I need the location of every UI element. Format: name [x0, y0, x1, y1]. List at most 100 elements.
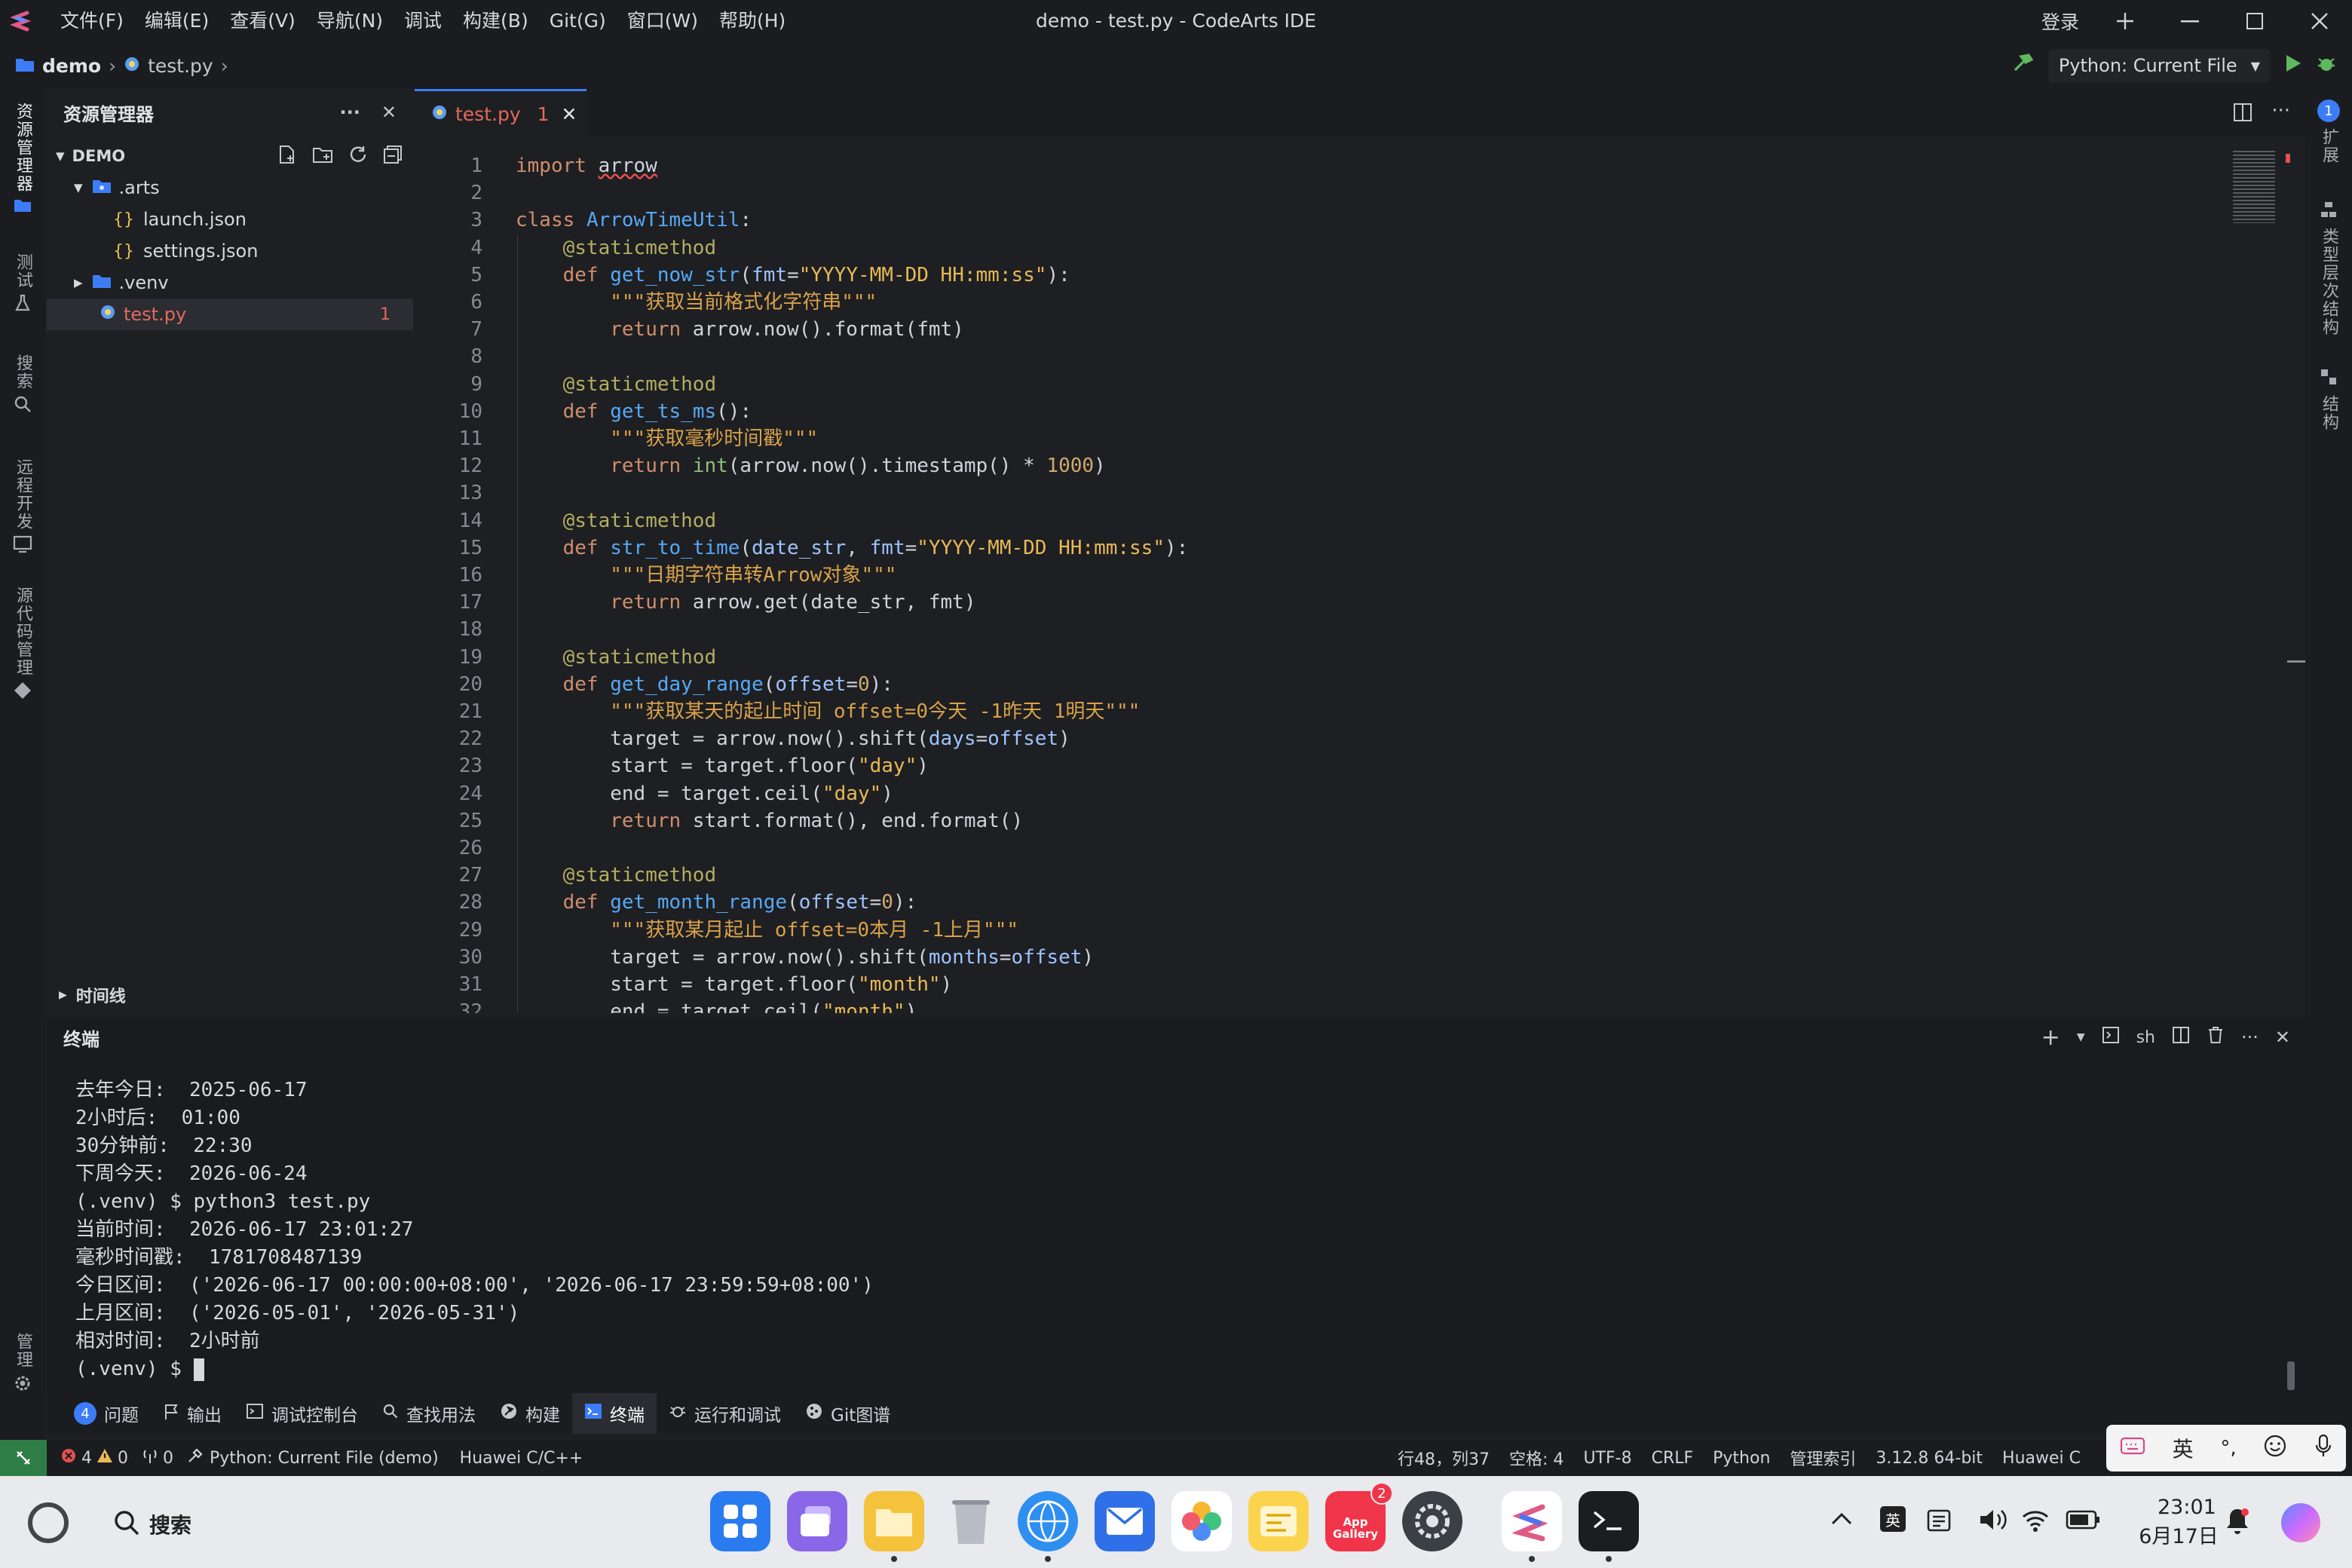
volume-icon[interactable]	[1978, 1506, 2007, 1536]
more-icon[interactable]: ···	[2271, 100, 2290, 122]
build-hammer-icon[interactable]	[2012, 52, 2035, 79]
scrollbar-thumb[interactable]	[2287, 660, 2305, 663]
recycle-bin-icon[interactable]	[941, 1491, 1001, 1551]
assistant-icon[interactable]	[2278, 1500, 2323, 1548]
python-version[interactable]: 3.12.8 64-bit	[1876, 1449, 1983, 1468]
maximize-button[interactable]	[2222, 0, 2287, 42]
activity-structure[interactable]: 结构	[2314, 368, 2343, 431]
appgallery-icon[interactable]: App Gallery 2	[1325, 1482, 1393, 1551]
interpreter-status[interactable]: Python: Current File (demo)	[187, 1447, 439, 1468]
ports-status[interactable]: 0	[142, 1447, 173, 1468]
minimap[interactable]	[2233, 151, 2275, 223]
tab-output[interactable]: 输出	[151, 1393, 234, 1434]
tab-git-graph[interactable]: Git图谱	[793, 1393, 902, 1434]
remote-indicator-icon[interactable]	[0, 1440, 47, 1476]
close-button[interactable]	[2287, 0, 2352, 42]
files-icon[interactable]	[864, 1491, 924, 1562]
tree-item-venv[interactable]: ▶ .venv	[47, 267, 413, 299]
settings-icon[interactable]	[1402, 1491, 1462, 1551]
split-terminal-icon[interactable]	[2172, 1026, 2190, 1049]
huawei-status[interactable]: Huawei C	[2002, 1449, 2081, 1468]
taskbar-search-label[interactable]: 搜索	[149, 1509, 191, 1539]
browser-icon[interactable]	[1018, 1491, 1078, 1562]
mail-icon[interactable]	[1095, 1491, 1155, 1551]
menu-debug[interactable]: 调试	[394, 0, 452, 42]
split-editor-icon[interactable]	[2233, 103, 2252, 125]
close-icon[interactable]: ✕	[562, 103, 577, 125]
gallery-icon[interactable]	[1171, 1491, 1232, 1551]
tab-terminal[interactable]: 终端	[572, 1393, 657, 1434]
language-mode[interactable]: Python	[1713, 1449, 1770, 1468]
tree-item-testpy[interactable]: test.py 1	[47, 299, 413, 330]
run-config-select[interactable]: Python: Current File ▼	[2047, 49, 2271, 82]
tab-run-debug[interactable]: 运行和调试	[657, 1393, 793, 1434]
minimize-button[interactable]	[2158, 0, 2222, 42]
search-icon[interactable]	[113, 1509, 140, 1539]
chevron-down-icon[interactable]: ▼	[2077, 1031, 2085, 1043]
activity-remote[interactable]: 远程开发	[0, 458, 45, 556]
code-editor[interactable]: 1 import arrow 2 3 class ArrowTimeUtil: 4 @st…	[415, 140, 2305, 1013]
close-icon[interactable]: ✕	[381, 102, 397, 123]
activity-search[interactable]: 搜索	[0, 354, 45, 416]
menu-view[interactable]: 查看(V)	[219, 0, 306, 42]
activity-scm[interactable]: 源代码管理	[0, 586, 45, 703]
codearts-icon[interactable]	[1502, 1491, 1562, 1562]
menu-window[interactable]: 窗口(W)	[617, 0, 709, 42]
start-button[interactable]	[26, 1500, 71, 1548]
add-terminal-icon[interactable]: +	[2041, 1024, 2060, 1051]
login-button[interactable]: 登录	[2028, 0, 2093, 42]
wifi-icon[interactable]	[2020, 1506, 2050, 1536]
cursor-position[interactable]: 行48，列37	[1398, 1446, 1490, 1470]
activity-extensions[interactable]: 1 扩展	[2314, 100, 2343, 164]
clock-time[interactable]: 23:01	[2158, 1496, 2216, 1519]
app-grid-icon[interactable]	[710, 1491, 770, 1551]
clock-date[interactable]: 6月17日	[2133, 1520, 2224, 1549]
punctuation-icon[interactable]: °,	[2220, 1437, 2236, 1459]
battery-icon[interactable]	[2066, 1509, 2100, 1533]
clipboard-icon[interactable]	[1925, 1506, 1952, 1536]
activity-type-hierarchy[interactable]: 类型层次结构	[2314, 201, 2343, 336]
activity-test[interactable]: 测试	[0, 253, 45, 315]
activity-explorer[interactable]: 资源管理器	[0, 103, 45, 216]
breadcrumb-project[interactable]: demo	[42, 55, 101, 77]
explorer-root[interactable]: ▼ DEMO	[47, 140, 413, 172]
trash-icon[interactable]	[2207, 1026, 2225, 1049]
encoding[interactable]: UTF-8	[1583, 1449, 1631, 1468]
ime-indicator[interactable]: 英	[1880, 1506, 1906, 1532]
collapse-all-icon[interactable]	[383, 145, 403, 168]
tab-build[interactable]: 构建	[488, 1393, 572, 1434]
new-file-icon[interactable]	[277, 145, 297, 168]
chevron-up-icon[interactable]	[1830, 1511, 1853, 1529]
layout-icon[interactable]	[2093, 0, 2158, 42]
menu-build[interactable]: 构建(B)	[452, 0, 539, 42]
run-icon[interactable]	[2284, 54, 2302, 78]
notification-bell-icon[interactable]	[2224, 1506, 2251, 1538]
index-manage[interactable]: 管理索引	[1790, 1446, 1856, 1470]
menu-navigate[interactable]: 导航(N)	[306, 0, 394, 42]
tab-debug-console[interactable]: 调试控制台	[234, 1393, 370, 1434]
timeline-header[interactable]: ▶ 时间线	[47, 977, 413, 1013]
terminal-app-icon[interactable]	[1579, 1491, 1639, 1562]
tab-problems[interactable]: 4 问题	[62, 1393, 151, 1434]
ime-lang-toggle[interactable]: 英	[2173, 1433, 2194, 1463]
terminal-icon[interactable]	[2102, 1026, 2120, 1049]
emoji-icon[interactable]	[2263, 1434, 2287, 1463]
notes-icon[interactable]	[1248, 1491, 1309, 1551]
microphone-icon[interactable]	[2314, 1434, 2332, 1463]
tab-test-py[interactable]: test.py 1 ✕	[415, 89, 586, 137]
refresh-icon[interactable]	[348, 145, 368, 168]
keyboard-icon[interactable]	[2120, 1435, 2145, 1462]
tree-item-arts[interactable]: ▼ .arts	[47, 172, 413, 204]
multitask-icon[interactable]	[787, 1491, 847, 1551]
menu-help[interactable]: 帮助(H)	[709, 0, 796, 42]
line-ending[interactable]: CRLF	[1652, 1449, 1694, 1468]
more-icon[interactable]: ···	[340, 102, 360, 123]
indentation[interactable]: 空格: 4	[1509, 1446, 1563, 1470]
more-icon[interactable]: ···	[2241, 1027, 2259, 1048]
tree-item-launch[interactable]: {} launch.json	[47, 204, 413, 235]
activity-manage[interactable]: 管理	[0, 1333, 45, 1396]
tab-find-usages[interactable]: 查找用法	[370, 1393, 488, 1434]
menu-edit[interactable]: 编辑(E)	[134, 0, 219, 42]
terminal-scrollbar[interactable]	[2287, 1361, 2295, 1390]
menu-file[interactable]: 文件(F)	[50, 0, 134, 42]
